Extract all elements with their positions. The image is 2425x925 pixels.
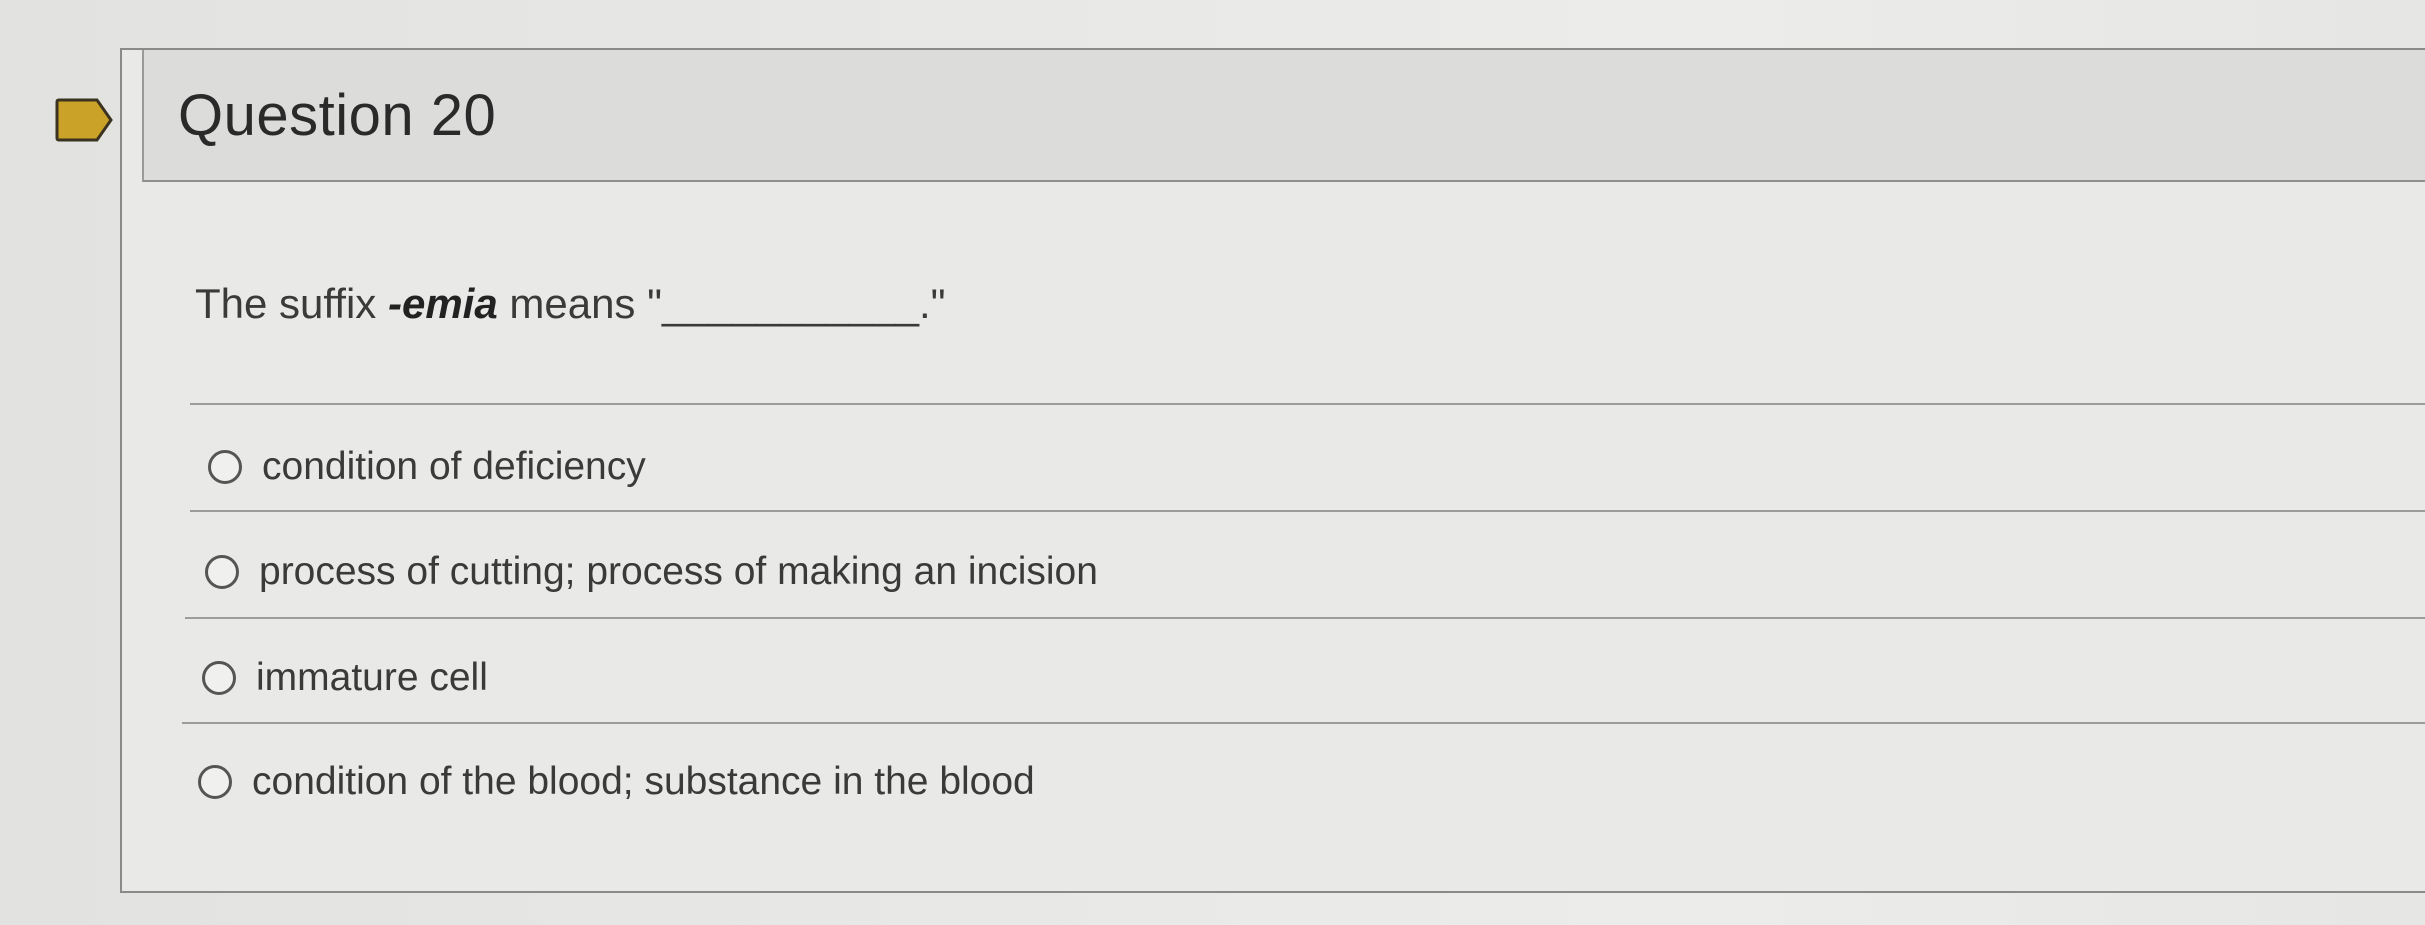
answer-option-label: condition of deficiency <box>262 445 646 488</box>
answer-option-label: process of cutting; process of making an… <box>259 550 1098 593</box>
answer-option-4[interactable]: condition of the blood; substance in the… <box>198 760 1035 804</box>
radio-unchecked-icon[interactable] <box>202 661 236 695</box>
answer-option-2[interactable]: process of cutting; process of making an… <box>205 550 1098 594</box>
prompt-divider <box>190 403 2425 405</box>
option-divider <box>185 617 2425 619</box>
radio-unchecked-icon[interactable] <box>208 450 242 484</box>
question-title: Question 20 <box>178 83 497 148</box>
answer-option-1[interactable]: condition of deficiency <box>208 445 646 489</box>
answer-option-label: condition of the blood; substance in the… <box>252 760 1035 803</box>
option-divider <box>190 510 2425 512</box>
radio-unchecked-icon[interactable] <box>205 555 239 589</box>
question-prompt: The suffix -emia means "___________." <box>195 280 946 328</box>
radio-unchecked-icon[interactable] <box>198 765 232 799</box>
option-divider <box>182 722 2425 724</box>
answer-option-3[interactable]: immature cell <box>202 656 488 700</box>
question-term: -emia <box>387 280 498 327</box>
answer-option-label: immature cell <box>256 656 488 699</box>
question-prompt-prefix: The suffix <box>195 280 388 327</box>
flag-question-icon[interactable] <box>55 98 113 142</box>
question-prompt-suffix: means "___________." <box>497 280 946 327</box>
